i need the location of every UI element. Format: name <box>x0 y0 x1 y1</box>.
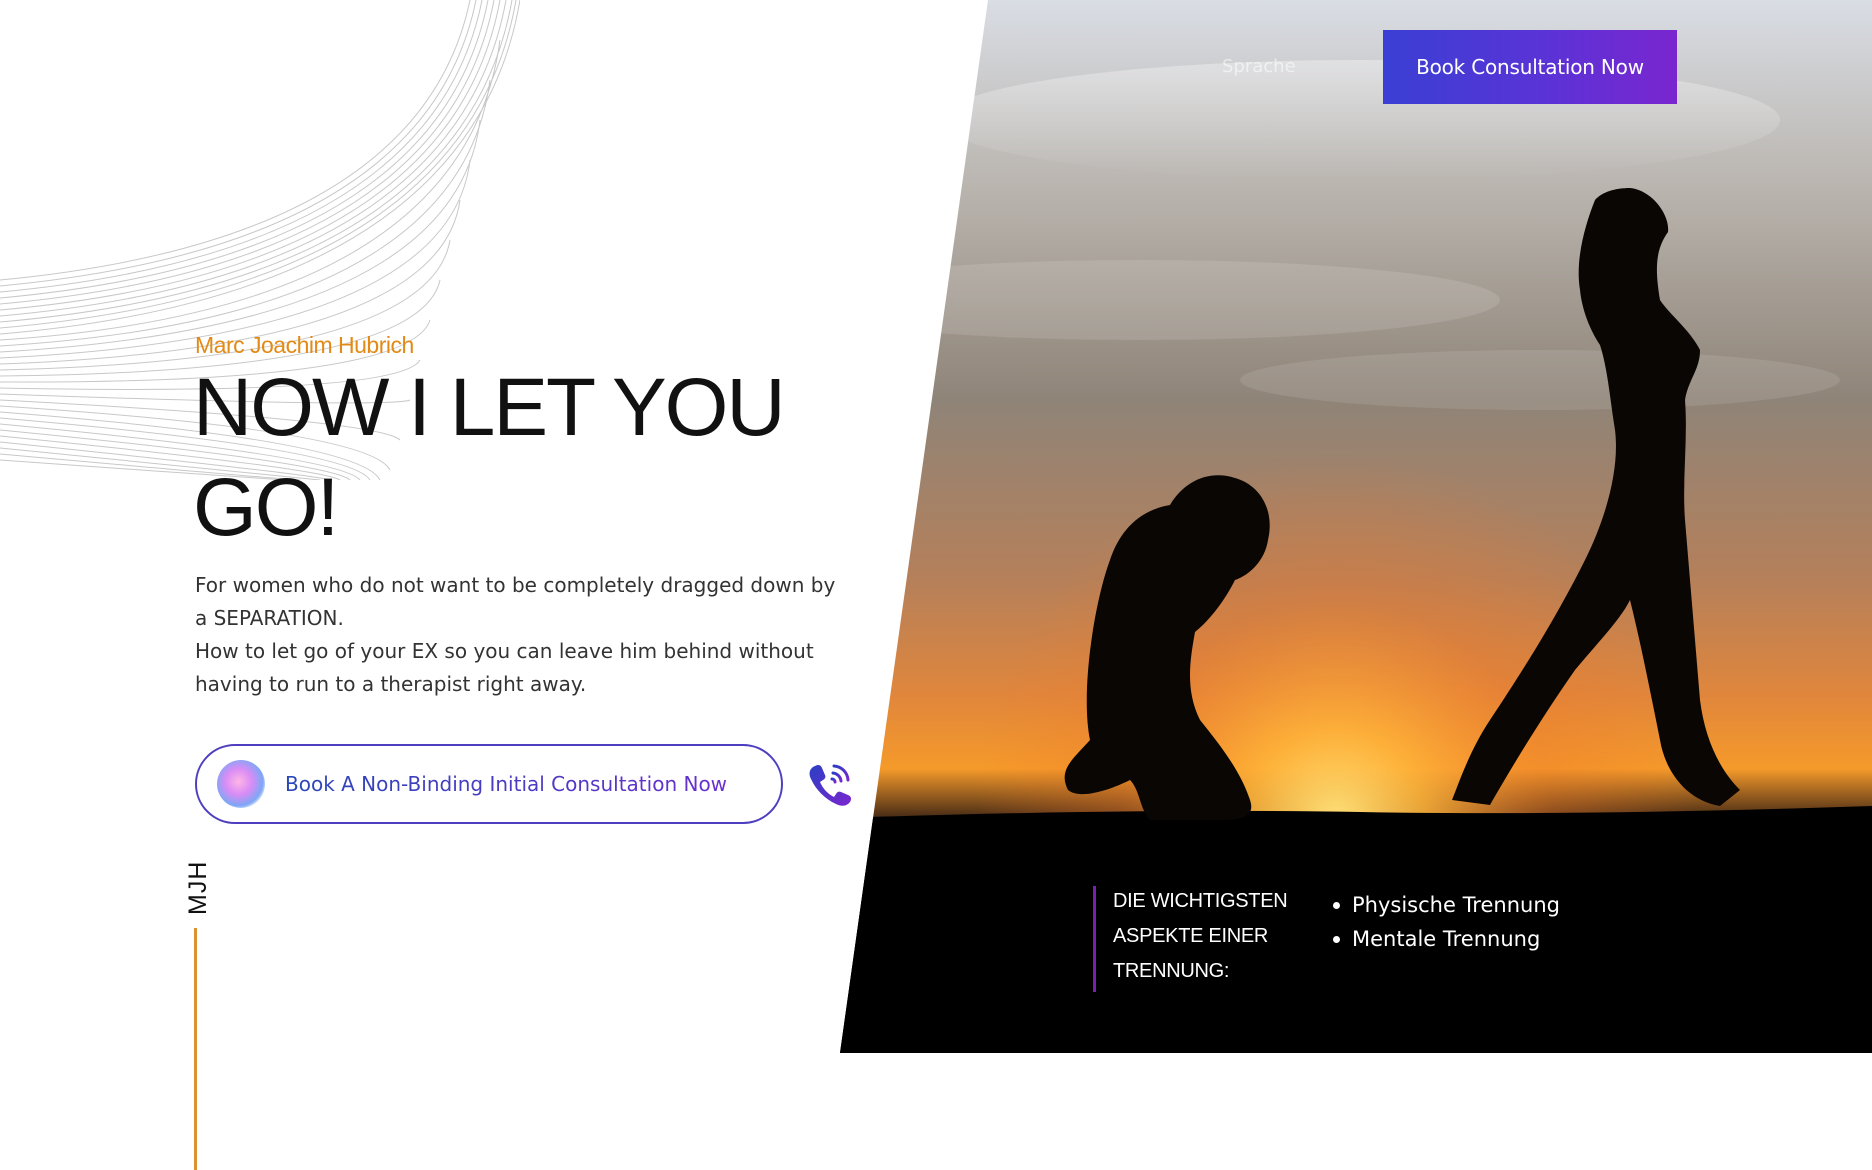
aspects-divider <box>1093 886 1096 992</box>
aspects-title-line: DIE WICHTIGSTEN <box>1113 890 1288 912</box>
description-line: a SEPARATION. <box>195 606 344 630</box>
headline-line: GO! <box>193 462 339 553</box>
description-line: How to let go of your EX so you can leav… <box>195 639 814 663</box>
description-line: having to run to a therapist right away. <box>195 672 587 696</box>
list-item: Physische Trennung <box>1331 888 1560 922</box>
book-consultation-button[interactable]: Book Consultation Now <box>1383 30 1677 104</box>
nav-link-language[interactable]: Sprache <box>1222 56 1346 82</box>
page-title: NOW I LET YOU GO! <box>193 358 833 558</box>
description-line: For women who do not want to be complete… <box>195 573 836 597</box>
phone-call-icon[interactable] <box>806 758 856 808</box>
list-item: Mentale Trennung <box>1331 922 1560 956</box>
aspects-title-line: ASPEKTE EINER <box>1113 925 1269 947</box>
side-monogram: MJH <box>184 860 212 915</box>
aspects-title-line: TRENNUNG: <box>1113 960 1230 982</box>
hero-description: For women who do not want to be complete… <box>195 569 885 701</box>
initial-consultation-label: Book A Non-Binding Initial Consultation … <box>285 772 728 796</box>
author-name: Marc Joachim Hubrich <box>195 332 414 358</box>
gradient-orb-icon <box>217 760 265 808</box>
aspects-list: Physische Trennung Mentale Trennung <box>1331 888 1560 956</box>
headline-line: NOW I LET YOU <box>193 362 786 453</box>
initial-consultation-button[interactable]: Book A Non-Binding Initial Consultation … <box>195 744 783 824</box>
aspects-title: DIE WICHTIGSTEN ASPEKTE EINER TRENNUNG: <box>1113 884 1323 989</box>
side-divider <box>194 928 197 1170</box>
